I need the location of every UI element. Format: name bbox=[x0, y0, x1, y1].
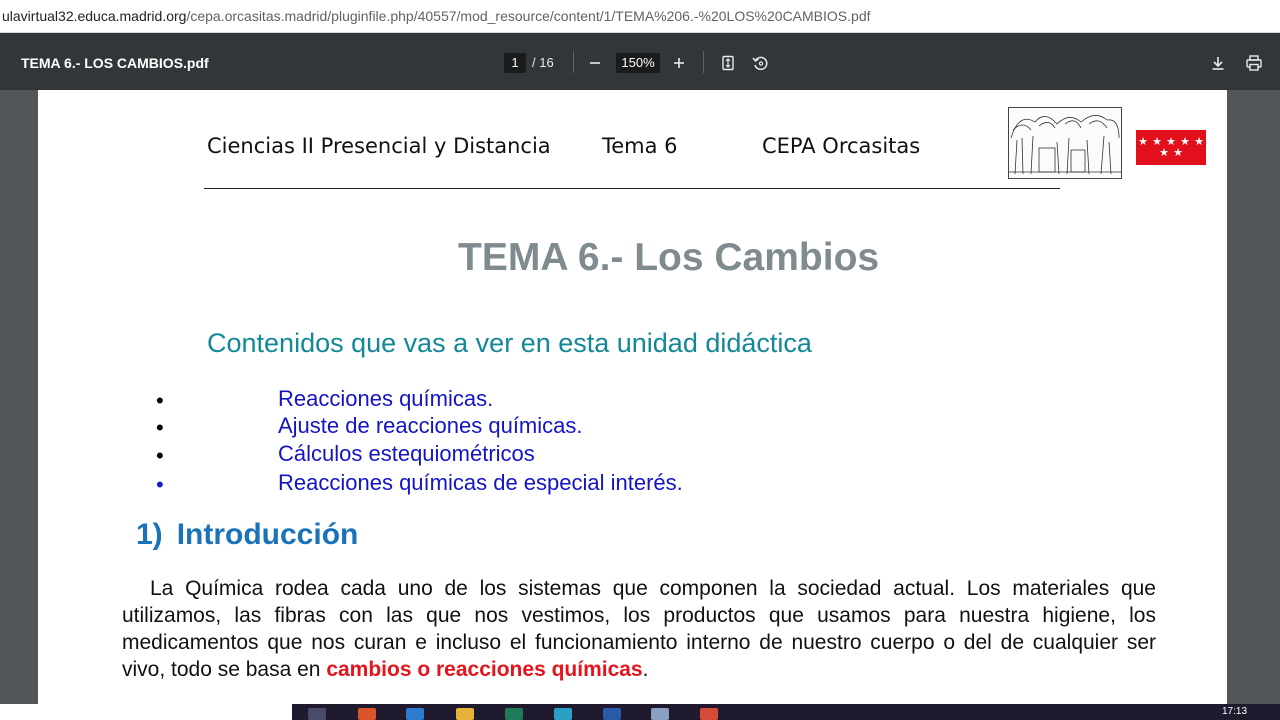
url-host: ulavirtual32.educa.madrid.org bbox=[2, 8, 187, 24]
header-rule bbox=[204, 188, 1060, 189]
intro-paragraph: La Química rodea cada uno de los sistema… bbox=[122, 575, 1156, 683]
star-icon: ★ bbox=[1173, 146, 1183, 159]
fit-page-button[interactable] bbox=[715, 50, 741, 76]
star-icon: ★ bbox=[1138, 135, 1148, 148]
plus-icon bbox=[674, 58, 684, 68]
os-taskbar: 17:13 bbox=[0, 704, 1280, 720]
taskbar-search[interactable] bbox=[0, 704, 292, 720]
taskbar-app-icon[interactable] bbox=[651, 708, 669, 720]
download-icon bbox=[1212, 57, 1224, 70]
contents-item: Reacciones químicas de especial interés. bbox=[278, 470, 683, 495]
url-text[interactable]: ulavirtual32.educa.madrid.org/cepa.orcas… bbox=[2, 8, 871, 24]
school-logo-image bbox=[1008, 107, 1122, 179]
star-icon: ★ bbox=[1194, 135, 1204, 148]
url-path: /cepa.orcasitas.madrid/pluginfile.php/40… bbox=[186, 8, 871, 24]
total-pages: / 16 bbox=[532, 55, 554, 70]
star-icon: ★ bbox=[1180, 135, 1190, 148]
bullet-marker: • bbox=[156, 415, 164, 440]
section-heading: 1) Introducción bbox=[136, 518, 358, 552]
paragraph-end: . bbox=[642, 658, 649, 681]
bullet-marker: • bbox=[156, 388, 164, 413]
madrid-flag-logo: ★ ★ ★ ★ ★ ★ ★ bbox=[1136, 130, 1206, 165]
zoom-out-button[interactable] bbox=[582, 50, 608, 76]
address-bar[interactable]: ulavirtual32.educa.madrid.org/cepa.orcas… bbox=[0, 0, 1280, 33]
paragraph-highlight: cambios o reacciones químicas bbox=[326, 658, 643, 681]
header-school: CEPA Orcasitas bbox=[762, 134, 921, 158]
bullet-marker: • bbox=[156, 472, 164, 497]
pdf-toolbar: TEMA 6.- LOS CAMBIOS.pdf 1 / 16 150% bbox=[0, 33, 1280, 90]
header-course: Ciencias II Presencial y Distancia bbox=[207, 134, 551, 158]
section-number: 1) bbox=[136, 518, 163, 551]
minus-icon bbox=[590, 62, 600, 64]
toolbar-divider bbox=[573, 51, 574, 73]
taskbar-app-icon[interactable] bbox=[554, 708, 572, 720]
taskbar-app-icon[interactable] bbox=[700, 708, 718, 720]
fit-page-icon bbox=[722, 55, 734, 71]
rotate-button[interactable] bbox=[747, 50, 773, 76]
taskbar-clock: 17:13 bbox=[1222, 706, 1248, 717]
star-icon: ★ bbox=[1152, 135, 1162, 148]
print-icon bbox=[1246, 55, 1262, 71]
contents-item: Cálculos estequiométricos bbox=[278, 441, 535, 466]
star-icon: ★ bbox=[1159, 146, 1169, 159]
taskbar-app-icon[interactable] bbox=[505, 708, 523, 720]
download-button[interactable] bbox=[1205, 50, 1231, 76]
pdf-viewer[interactable]: Ciencias II Presencial y Distancia Tema … bbox=[0, 90, 1280, 704]
rotate-icon bbox=[752, 56, 768, 71]
taskbar-app-icon[interactable] bbox=[308, 708, 326, 720]
contents-heading: Contenidos que vas a ver en esta unidad … bbox=[207, 328, 812, 358]
bullet-marker: • bbox=[156, 443, 164, 468]
taskbar-app-icon[interactable] bbox=[456, 708, 474, 720]
page-number-input[interactable]: 1 bbox=[504, 53, 526, 73]
header-unit: Tema 6 bbox=[602, 134, 678, 158]
contents-item: Ajuste de reacciones químicas. bbox=[278, 413, 583, 438]
document-heading: TEMA 6.- Los Cambios bbox=[458, 236, 880, 279]
document-title: TEMA 6.- LOS CAMBIOS.pdf bbox=[21, 55, 209, 71]
trees-drawing-icon bbox=[1009, 115, 1121, 175]
taskbar-app-icon[interactable] bbox=[406, 708, 424, 720]
pdf-page: Ciencias II Presencial y Distancia Tema … bbox=[38, 90, 1227, 704]
toolbar-divider bbox=[703, 51, 704, 73]
contents-item: Reacciones químicas. bbox=[278, 386, 494, 411]
zoom-level-input[interactable]: 150% bbox=[616, 53, 660, 73]
zoom-in-button[interactable] bbox=[666, 50, 692, 76]
taskbar-app-icon[interactable] bbox=[358, 708, 376, 720]
print-button[interactable] bbox=[1241, 50, 1267, 76]
star-icon: ★ bbox=[1166, 135, 1176, 148]
section-title: Introducción bbox=[176, 518, 359, 551]
taskbar-app-icon[interactable] bbox=[603, 708, 621, 720]
